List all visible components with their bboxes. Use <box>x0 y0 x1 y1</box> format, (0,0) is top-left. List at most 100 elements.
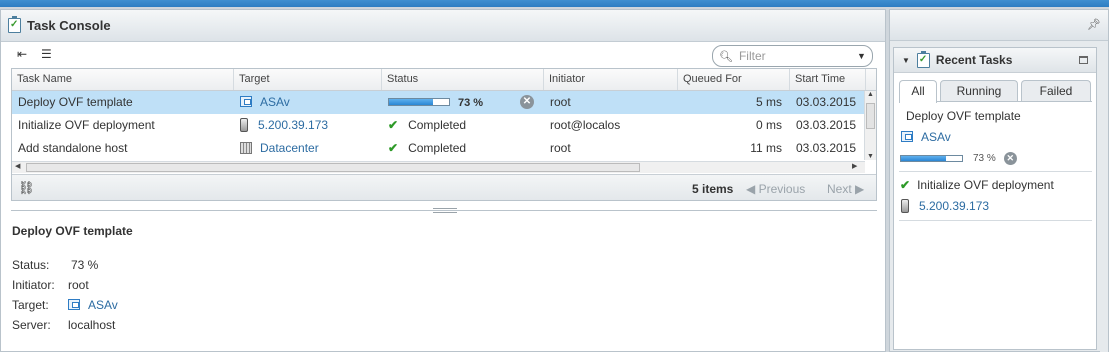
detail-server: Server: localhost <box>12 318 133 338</box>
top-accent-bar <box>0 0 1109 7</box>
right-sidebar-header: 📌︎ <box>890 10 1108 41</box>
target-link[interactable]: 5.200.39.173 <box>919 199 989 213</box>
cancel-task-icon[interactable]: ✕ <box>1003 151 1017 165</box>
list-item-progress: 73 % ✕ <box>899 148 1092 168</box>
grid-footer: ⛓ 5 items ◀ Previous Next ▶ <box>12 174 876 200</box>
status-text: Completed <box>408 141 467 155</box>
task-console-toolbar: ⇤ ☰ 🔍︎ ▼ <box>1 43 885 69</box>
host-icon <box>240 118 248 132</box>
clipboard-icon <box>8 16 21 33</box>
search-icon: 🔍︎ <box>719 50 733 63</box>
vm-icon <box>901 131 913 142</box>
progress-fill <box>901 155 946 161</box>
tab-all[interactable]: All <box>899 80 937 103</box>
scroll-left-icon[interactable]: ◀ <box>15 162 20 170</box>
binoculars-icon[interactable]: ⛓ <box>18 180 35 196</box>
detail-value: 73 % <box>71 258 99 272</box>
list-item-target[interactable]: 5.200.39.173 <box>899 196 1092 217</box>
list-item-target[interactable]: ASAv <box>899 127 1092 148</box>
task-name-cell: Initialize OVF deployment <box>18 118 155 132</box>
tab-running[interactable]: Running <box>940 80 1018 101</box>
filter-input[interactable] <box>738 49 857 63</box>
target-link[interactable]: ASAv <box>260 95 290 109</box>
target-cell[interactable]: ASAv <box>234 91 382 114</box>
column-header-initiator[interactable]: Initiator <box>544 69 678 90</box>
next-button[interactable]: Next ▶ <box>827 182 864 196</box>
list-item-title: Deploy OVF template <box>906 109 1021 123</box>
recent-tasks-tabs: All Running Failed <box>899 80 1092 103</box>
column-header-task-name[interactable]: Task Name <box>12 69 234 90</box>
status-cell: 73 % ✕ <box>382 91 544 114</box>
vertical-scrollbar[interactable]: ▲ ▼ <box>864 91 876 160</box>
splitter-grip-icon[interactable] <box>433 208 457 213</box>
status-cell: ✔ Completed <box>382 137 544 160</box>
host-icon <box>901 199 909 213</box>
scroll-right-icon[interactable]: ▶ <box>852 162 857 170</box>
arrow-right-icon: ▶ <box>851 182 865 196</box>
queued-for-cell: 11 ms <box>750 141 782 155</box>
status-cell: ✔ Completed <box>382 114 544 137</box>
scrollbar-thumb[interactable] <box>866 103 875 129</box>
arrow-left-icon: ◀ <box>746 182 759 196</box>
table-row[interactable]: Initialize OVF deployment 5.200.39.173 ✔… <box>12 114 876 137</box>
task-details: Deploy OVF template Status: 73 % Initiat… <box>12 224 133 338</box>
list-item-title: ✔ Initialize OVF deployment <box>899 175 1092 196</box>
detail-label: Server: <box>12 318 51 332</box>
target-link[interactable]: 5.200.39.173 <box>258 118 328 132</box>
clipboard-icon <box>916 50 930 68</box>
initiator-cell: root <box>550 141 571 155</box>
divider <box>899 171 1092 172</box>
checkmark-icon: ✔ <box>388 141 399 155</box>
column-header-start-time[interactable]: Start Time <box>790 69 866 90</box>
recent-tasks-panel: ▼ Recent Tasks All Running Failed Deploy… <box>893 47 1097 350</box>
target-cell[interactable]: Datacenter <box>234 137 382 160</box>
detail-value: localhost <box>68 318 116 332</box>
collapse-indent-icon[interactable]: ⇤ <box>17 47 27 61</box>
column-header-status[interactable]: Status <box>382 69 544 90</box>
previous-label: Previous <box>758 182 806 196</box>
tab-failed[interactable]: Failed <box>1021 80 1091 101</box>
previous-button[interactable]: ◀ Previous <box>746 182 805 196</box>
target-cell[interactable]: 5.200.39.173 <box>234 114 382 137</box>
queued-for-cell: 5 ms <box>755 95 782 109</box>
task-name-cell: Deploy OVF template <box>18 95 133 109</box>
detail-value-target[interactable]: ASAv <box>68 298 118 318</box>
chevron-down-icon[interactable]: ▼ <box>857 51 866 61</box>
initiator-cell: root <box>550 95 571 109</box>
task-name-cell: Add standalone host <box>18 141 128 155</box>
scroll-up-icon[interactable]: ▲ <box>867 91 874 98</box>
vm-icon <box>68 299 80 310</box>
recent-tasks-title: Recent Tasks <box>935 53 1013 67</box>
pin-icon[interactable]: 📌︎ <box>1087 18 1101 31</box>
queued-for-cell: 0 ms <box>755 118 782 132</box>
horizontal-scrollbar[interactable]: ◀ ▶ <box>12 161 865 173</box>
task-console-header: Task Console <box>1 10 885 42</box>
details-title: Deploy OVF template <box>12 224 133 238</box>
target-link[interactable]: ASAv <box>88 298 118 312</box>
scrollbar-thumb[interactable] <box>26 163 640 172</box>
table-row[interactable]: Add standalone host Datacenter ✔ Complete… <box>12 137 876 160</box>
start-time-cell: 03.03.2015 <box>796 141 857 155</box>
detail-label: Status: <box>12 258 50 272</box>
recent-tasks-header[interactable]: ▼ Recent Tasks <box>894 48 1096 73</box>
detail-target: Target: ASAv <box>12 298 133 318</box>
progress-fill <box>389 99 433 105</box>
sidebar-resize-handle[interactable] <box>1100 41 1108 352</box>
filter-field[interactable]: 🔍︎ ▼ <box>712 45 873 67</box>
collapse-triangle-icon[interactable]: ▼ <box>902 56 910 65</box>
grid-header: Task Name Target Status Initiator Queued… <box>12 69 876 91</box>
column-header-queued-for[interactable]: Queued For <box>678 69 790 90</box>
cancel-task-icon[interactable]: ✕ <box>520 95 534 109</box>
progress-percent: 73 % <box>458 97 484 109</box>
status-text: Completed <box>408 118 467 132</box>
scroll-down-icon[interactable]: ▼ <box>867 153 874 160</box>
detail-initiator: Initiator: root <box>12 278 133 298</box>
start-time-cell: 03.03.2015 <box>796 95 857 109</box>
table-row[interactable]: Deploy OVF template ASAv 73 % ✕ root 5 m… <box>12 91 876 114</box>
column-header-target[interactable]: Target <box>234 69 382 90</box>
maximize-icon[interactable] <box>1079 56 1088 64</box>
divider <box>899 220 1092 221</box>
list-view-icon[interactable]: ☰ <box>41 47 52 61</box>
target-link[interactable]: ASAv <box>921 130 951 144</box>
target-link[interactable]: Datacenter <box>260 141 319 155</box>
